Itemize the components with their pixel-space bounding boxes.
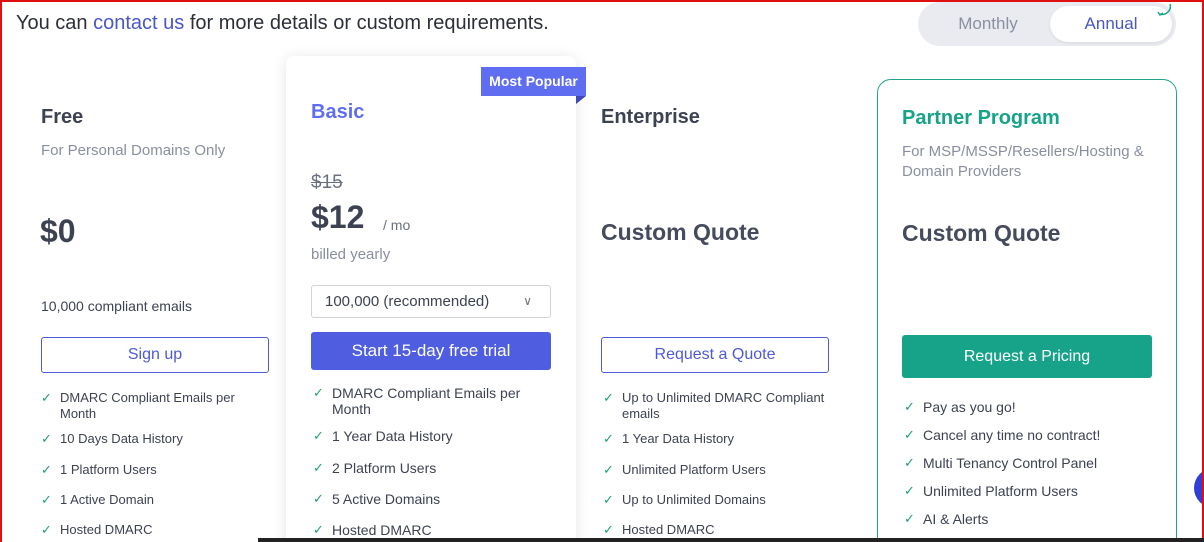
feature-item: ✓ 1 Year Data History <box>603 431 735 446</box>
toggle-annual[interactable]: Annual <box>1050 6 1172 42</box>
badge-fold <box>576 96 586 104</box>
billing-toggle[interactable]: Monthly Annual <box>918 2 1176 46</box>
feature-item: ✓ Multi Tenancy Control Panel <box>904 455 1098 471</box>
bottom-scrollbar <box>258 538 1204 542</box>
plan-old-price-basic: $15 <box>311 172 343 193</box>
toggle-monthly[interactable]: Monthly <box>926 6 1050 42</box>
email-volume-select[interactable]: 100,000 (recommended) ∨ <box>311 285 551 318</box>
check-icon: ✓ <box>313 460 324 475</box>
chat-widget-button[interactable] <box>1194 468 1204 508</box>
request-quote-button[interactable]: Request a Quote <box>601 337 829 373</box>
plan-name-enterprise: Enterprise <box>601 106 700 128</box>
check-icon: ✓ <box>313 428 324 443</box>
feature-item: ✓ Hosted DMARC <box>41 522 153 537</box>
plan-price-basic: $12 <box>311 199 365 235</box>
plan-subtitle-free: For Personal Domains Only <box>41 142 226 159</box>
chevron-down-icon: ∨ <box>523 294 532 308</box>
feature-item: ✓ DMARC Compliant Emails per Month <box>313 385 521 417</box>
check-icon: ✓ <box>313 522 324 537</box>
select-value: 100,000 (recommended) <box>325 293 490 310</box>
feature-item: ✓ 1 Year Data History <box>313 428 453 444</box>
feature-item: ✓ 1 Active Domain <box>41 492 154 507</box>
check-icon: ✓ <box>603 431 614 446</box>
check-icon: ✓ <box>904 511 915 526</box>
feature-item: ✓ Pay as you go! <box>904 399 1016 415</box>
feature-item: ✓ Hosted DMARC <box>603 522 715 537</box>
feature-item: ✓ DMARC Compliant Emails per Month <box>41 390 235 421</box>
feature-item: ✓ Up to Unlimited Domains <box>603 492 766 507</box>
feature-item: ✓ 5 Active Domains <box>313 491 441 507</box>
check-icon: ✓ <box>41 522 52 537</box>
check-icon: ✓ <box>603 492 614 507</box>
check-icon: ✓ <box>904 455 915 470</box>
check-icon: ✓ <box>313 491 324 506</box>
check-icon: ✓ <box>41 462 52 477</box>
plan-name-basic: Basic <box>311 101 365 123</box>
plan-price-free: $0 <box>40 213 76 249</box>
plan-name-free: Free <box>41 106 84 128</box>
check-icon: ✓ <box>904 483 915 498</box>
arrow-doodle-icon <box>1157 3 1172 17</box>
most-popular-badge: Most Popular <box>481 67 586 96</box>
start-trial-button[interactable]: Start 15-day free trial <box>311 332 551 370</box>
check-icon: ✓ <box>904 399 915 414</box>
check-icon: ✓ <box>603 390 614 405</box>
feature-item: ✓ Hosted DMARC <box>313 522 432 538</box>
plan-name-partner: Partner Program <box>902 107 1060 129</box>
plan-price-partner: Custom Quote <box>902 220 1061 246</box>
contact-suffix: for more details or custom requirements. <box>184 12 549 34</box>
feature-item: ✓ Up to Unlimited DMARC Compliant emails <box>603 390 825 421</box>
feature-item: ✓ Unlimited Platform Users <box>904 483 1078 499</box>
contact-us-link[interactable]: contact us <box>93 12 184 34</box>
check-icon: ✓ <box>41 492 52 507</box>
check-icon: ✓ <box>603 462 614 477</box>
plan-subtitle-partner: For MSP/MSSP/Resellers/Hosting & Domain … <box>902 143 1144 180</box>
check-icon: ✓ <box>904 427 915 442</box>
plan-period-basic: / mo <box>383 217 411 233</box>
feature-item: ✓ Cancel any time no contract! <box>904 427 1101 443</box>
check-icon: ✓ <box>41 390 52 405</box>
contact-prefix: You can <box>16 12 94 34</box>
request-pricing-button[interactable]: Request a Pricing <box>902 335 1152 378</box>
feature-item: ✓ 10 Days Data History <box>41 431 183 446</box>
sign-up-button[interactable]: Sign up <box>41 337 269 373</box>
check-icon: ✓ <box>41 431 52 446</box>
contact-text: You can contact us for more details or c… <box>16 12 549 35</box>
plan-price-enterprise: Custom Quote <box>601 219 760 245</box>
feature-item: ✓ 2 Platform Users <box>313 460 437 476</box>
plan-billing-basic: billed yearly <box>311 246 391 263</box>
feature-item: ✓ AI & Alerts <box>904 511 989 527</box>
plan-emails-free: 10,000 compliant emails <box>41 298 192 314</box>
feature-item: ✓ 1 Platform Users <box>41 462 157 477</box>
check-icon: ✓ <box>603 522 614 537</box>
check-icon: ✓ <box>313 385 324 400</box>
feature-item: ✓ Unlimited Platform Users <box>603 462 766 477</box>
